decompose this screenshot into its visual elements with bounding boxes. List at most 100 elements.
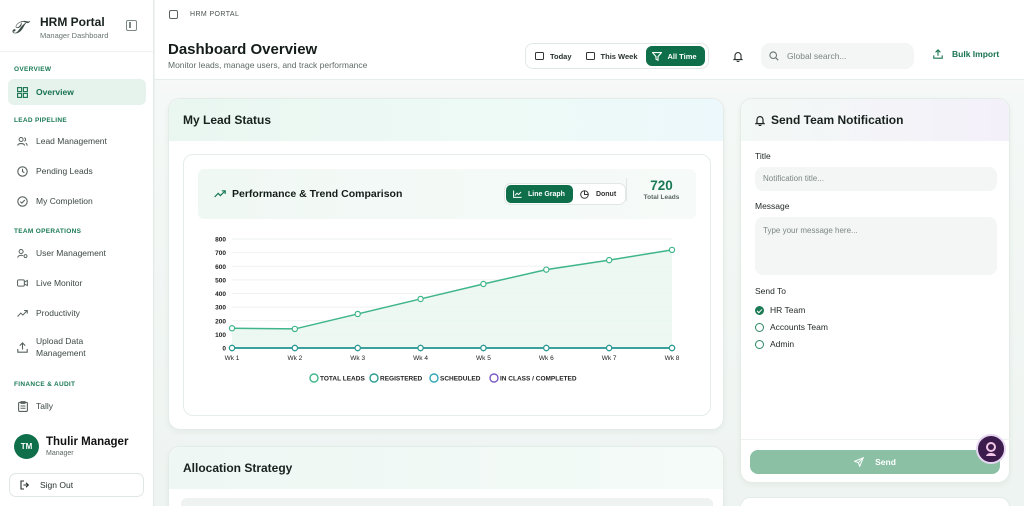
pie-chart-icon bbox=[580, 189, 589, 199]
sidebar-item-my-completion[interactable]: My Completion bbox=[8, 188, 146, 214]
allocation-content bbox=[181, 498, 713, 506]
x-tick-label: Wk 8 bbox=[665, 355, 680, 362]
data-point bbox=[417, 344, 424, 352]
allocation-title: Allocation Strategy bbox=[169, 447, 723, 489]
filter-icon bbox=[650, 51, 663, 61]
sidebar-item-pending-leads[interactable]: Pending Leads bbox=[8, 158, 146, 184]
data-point bbox=[605, 344, 613, 352]
total-leads-box: 720 Total Leads bbox=[626, 178, 696, 201]
data-point bbox=[605, 256, 613, 264]
chart-type-toggle: Line Graph Donut bbox=[504, 183, 627, 205]
send-to-label: Send To bbox=[755, 286, 787, 296]
data-point bbox=[354, 344, 361, 352]
sidebar-item-overview[interactable]: Overview bbox=[8, 79, 146, 105]
legend-label: IN CLASS / COMPLETED bbox=[500, 376, 577, 383]
x-tick-label: Wk 3 bbox=[350, 355, 365, 362]
sidebar-item-label: Pending Leads bbox=[36, 166, 93, 176]
x-tick-label: Wk 2 bbox=[287, 355, 302, 362]
x-tick-label: Wk 1 bbox=[225, 355, 240, 362]
donut-label: Donut bbox=[595, 190, 617, 198]
line-chart-icon bbox=[513, 190, 522, 198]
trend-line-chart: 0 100 200 300 400 500 600 700 800 Wk 1 Wk 2 Wk 3 Wk … bbox=[215, 237, 680, 383]
sidebar-item-tally[interactable]: Tally bbox=[8, 393, 146, 419]
y-tick-label: 600 bbox=[215, 264, 226, 271]
sidebar: 𝓣 HRM Portal Manager Dashboard OVERVIEW … bbox=[0, 0, 154, 506]
notification-title: Send Team Notification bbox=[771, 113, 904, 127]
message-label: Message bbox=[755, 201, 790, 211]
data-point bbox=[228, 344, 236, 352]
send-button[interactable]: Send bbox=[750, 450, 1000, 474]
area-fill bbox=[232, 249, 672, 348]
sidebar-item-user-management[interactable]: User Management bbox=[8, 240, 146, 266]
breadcrumb: HRM PORTAL bbox=[190, 11, 240, 18]
checked-radio-icon bbox=[755, 305, 764, 315]
range-today-button[interactable]: Today bbox=[529, 46, 580, 66]
user-card[interactable]: TM Thulir Manager Manager bbox=[0, 424, 154, 468]
y-tick-label: 700 bbox=[215, 250, 226, 257]
total-leads-label: Total Leads bbox=[643, 194, 680, 201]
legend-label: REGISTERED bbox=[380, 376, 423, 383]
radio-icon bbox=[755, 339, 764, 349]
data-point bbox=[417, 295, 424, 303]
trending-up-icon bbox=[17, 308, 28, 319]
global-search-input[interactable]: Global search... bbox=[761, 43, 914, 69]
notification-title-input[interactable]: Notification title... bbox=[755, 167, 997, 191]
brand-logo-icon: 𝓣 bbox=[12, 17, 26, 38]
clipboard-icon bbox=[17, 400, 28, 412]
sign-out-button[interactable]: Sign Out bbox=[9, 473, 144, 497]
line-graph-button[interactable]: Line Graph bbox=[506, 185, 573, 203]
users-icon bbox=[17, 136, 28, 147]
data-point bbox=[480, 344, 487, 352]
x-tick-label: Wk 4 bbox=[413, 355, 428, 362]
data-point bbox=[668, 246, 676, 254]
log-out-icon bbox=[20, 480, 30, 490]
page-subtitle: Monitor leads, manage users, and track p… bbox=[168, 60, 368, 70]
recipient-hr-team[interactable]: HR Team bbox=[755, 305, 805, 315]
radio-icon bbox=[755, 322, 764, 332]
recipient-admin[interactable]: Admin bbox=[755, 339, 794, 349]
brand-subtitle: Manager Dashboard bbox=[40, 31, 109, 40]
notifications-bell-icon[interactable] bbox=[732, 49, 744, 67]
sidebar-item-live-monitor[interactable]: Live Monitor bbox=[8, 270, 146, 296]
section-lead-pipeline: LEAD PIPELINE bbox=[14, 117, 68, 124]
legend-marker bbox=[489, 373, 499, 383]
grid-icon bbox=[17, 86, 28, 98]
total-leads-value: 720 bbox=[650, 178, 673, 193]
calendar-icon bbox=[585, 52, 595, 60]
search-placeholder: Global search... bbox=[787, 51, 847, 61]
notification-card: Send Team Notification Title Notificatio… bbox=[740, 98, 1011, 483]
sidebar-collapse-icon[interactable] bbox=[126, 20, 137, 31]
sidebar-item-label: Lead Management bbox=[36, 136, 107, 146]
sidebar-item-label: Upload Data Management bbox=[36, 336, 86, 358]
section-finance-audit: FINANCE & AUDIT bbox=[14, 381, 76, 388]
bulk-import-button[interactable]: Bulk Import bbox=[933, 49, 999, 59]
bulk-import-label: Bulk Import bbox=[952, 49, 1000, 59]
legend-marker bbox=[429, 373, 439, 383]
sidebar-toggle-icon[interactable] bbox=[169, 10, 178, 19]
sidebar-item-lead-management[interactable]: Lead Management bbox=[8, 128, 146, 154]
sidebar-item-label: User Management bbox=[36, 248, 106, 258]
chart-title: Performance & Trend Comparison bbox=[232, 188, 403, 200]
range-all-time-button[interactable]: All Time bbox=[645, 46, 705, 66]
sidebar-item-upload-data[interactable]: Upload Data Management bbox=[8, 332, 146, 362]
main-content: HRM PORTAL Dashboard Overview Monitor le… bbox=[155, 0, 1024, 506]
donut-button[interactable]: Donut bbox=[573, 185, 624, 203]
trending-up-icon bbox=[214, 190, 226, 198]
recipient-accounts-team[interactable]: Accounts Team bbox=[755, 322, 828, 332]
x-tick-label: Wk 6 bbox=[539, 355, 554, 362]
range-this-week-button[interactable]: This Week bbox=[580, 46, 646, 66]
data-point bbox=[543, 344, 550, 352]
video-icon bbox=[17, 278, 28, 289]
user-role: Manager bbox=[46, 449, 74, 457]
data-point bbox=[291, 344, 299, 352]
line-graph-label: Line Graph bbox=[528, 190, 565, 198]
help-assistant-button[interactable] bbox=[976, 434, 1006, 464]
sidebar-item-productivity[interactable]: Productivity bbox=[8, 300, 146, 326]
data-point bbox=[354, 310, 361, 318]
y-tick-label: 400 bbox=[215, 291, 226, 298]
data-point bbox=[228, 325, 236, 332]
legend-marker bbox=[309, 373, 319, 383]
message-textarea[interactable]: Type your message here... bbox=[755, 217, 997, 275]
date-range-group: Today This Week All Time bbox=[525, 43, 709, 69]
sidebar-item-label: Productivity bbox=[36, 308, 80, 318]
